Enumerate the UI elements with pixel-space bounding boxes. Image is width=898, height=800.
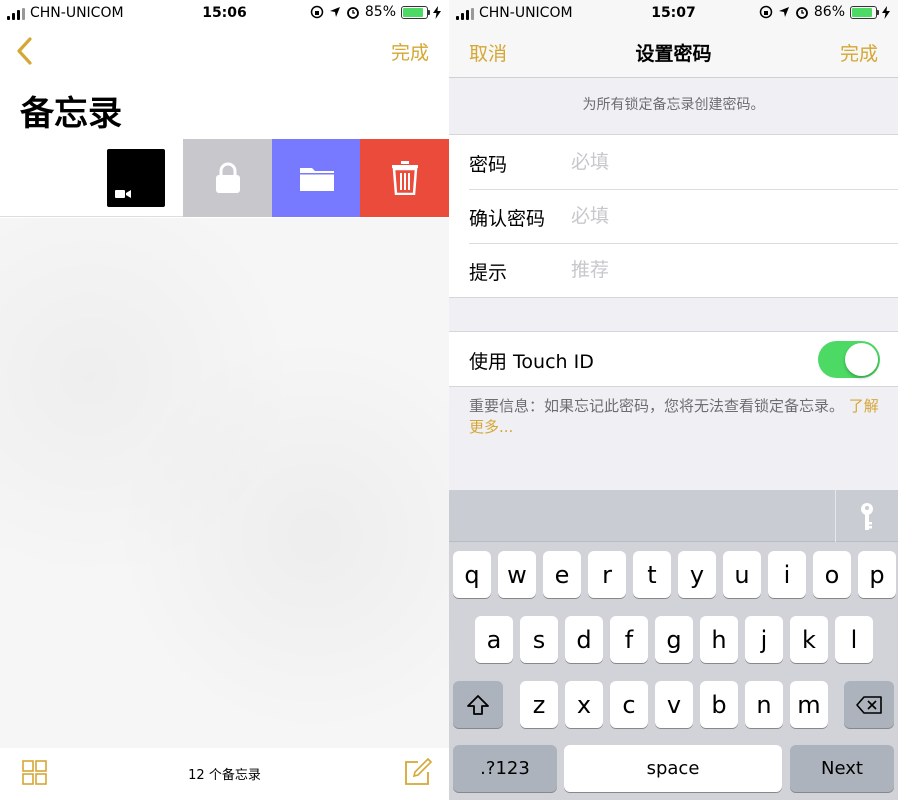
key-v[interactable]: v <box>655 681 693 728</box>
key-c[interactable]: c <box>610 681 648 728</box>
page-title: 设置密码 <box>635 43 712 65</box>
key-o[interactable]: o <box>813 551 851 598</box>
rotation-lock-icon <box>759 5 773 19</box>
important-info: 重要信息：如果忘记此密码，您将无法查看锁定备忘录。 了解更多... <box>469 396 879 438</box>
note-thumbnail <box>107 149 165 207</box>
key-u[interactable]: u <box>723 551 761 598</box>
video-camera-icon <box>115 190 131 198</box>
page-title: 备忘录 <box>20 94 122 134</box>
password-key-icon[interactable] <box>857 502 877 532</box>
notes-list-screen: CHN-UNICOM 15:06 85% 完成 备忘录 12 个备忘录 <box>0 0 449 800</box>
key-s[interactable]: s <box>520 616 558 663</box>
shift-icon <box>467 694 489 715</box>
key-y[interactable]: y <box>678 551 716 598</box>
confirm-password-label: 确认密码 <box>469 208 546 230</box>
key-d[interactable]: d <box>565 616 603 663</box>
key-r[interactable]: r <box>588 551 626 598</box>
hint-label: 提示 <box>469 262 508 284</box>
key-q[interactable]: q <box>453 551 491 598</box>
accessory-divider <box>835 490 836 542</box>
backspace-icon <box>856 695 882 714</box>
keyboard-accessory-bar <box>449 490 898 542</box>
delete-note-button[interactable] <box>360 139 449 217</box>
toggle-knob <box>845 343 878 376</box>
charging-icon <box>882 5 890 19</box>
key-e[interactable]: e <box>543 551 581 598</box>
folder-icon <box>299 168 334 191</box>
move-note-button[interactable] <box>272 139 361 217</box>
status-bar: CHN-UNICOM 15:07 86% <box>449 0 898 26</box>
bottom-toolbar: 12 个备忘录 <box>0 748 449 800</box>
key-w[interactable]: w <box>498 551 536 598</box>
password-form: 密码 确认密码 提示 <box>449 134 898 298</box>
touch-id-toggle[interactable] <box>818 341 880 378</box>
done-button[interactable]: 完成 <box>840 39 878 66</box>
key-a[interactable]: a <box>475 616 513 663</box>
key-i[interactable]: i <box>768 551 806 598</box>
touch-id-section: 使用 Touch ID <box>449 331 898 387</box>
section-hint: 为所有锁定备忘录创建密码。 <box>582 97 765 113</box>
confirm-password-field[interactable] <box>571 200 871 232</box>
confirm-password-row: 确认密码 <box>449 189 898 243</box>
battery-icon <box>850 5 879 19</box>
key-l[interactable]: l <box>835 616 873 663</box>
battery-percent: 86% <box>813 4 845 20</box>
done-button[interactable]: 完成 <box>391 38 429 65</box>
key-j[interactable]: j <box>745 616 783 663</box>
lock-icon <box>215 162 240 193</box>
key-p[interactable]: p <box>858 551 896 598</box>
key-n[interactable]: n <box>745 681 783 728</box>
note-row-swiped[interactable] <box>0 139 449 217</box>
space-key[interactable]: space <box>564 745 782 792</box>
shift-key[interactable] <box>453 681 503 728</box>
navigation-bar: 取消 设置密码 完成 <box>449 26 898 78</box>
keyboard: q w e r t y u i o p a s d f g h j k l z x c v b n m .?123 space Next <box>449 490 898 800</box>
rotation-lock-icon <box>310 5 324 19</box>
touch-id-label: 使用 Touch ID <box>469 351 594 373</box>
password-field[interactable] <box>571 146 871 178</box>
notes-background <box>0 218 449 748</box>
numbers-key[interactable]: .?123 <box>453 745 557 792</box>
key-b[interactable]: b <box>700 681 738 728</box>
key-f[interactable]: f <box>610 616 648 663</box>
battery-icon <box>401 5 430 19</box>
password-row: 密码 <box>449 135 898 189</box>
location-icon <box>329 7 340 17</box>
key-g[interactable]: g <box>655 616 693 663</box>
key-x[interactable]: x <box>565 681 603 728</box>
key-h[interactable]: h <box>700 616 738 663</box>
next-key[interactable]: Next <box>790 745 894 792</box>
hint-row: 提示 <box>449 243 898 297</box>
status-bar: CHN-UNICOM 15:06 85% <box>0 0 449 26</box>
touch-id-row: 使用 Touch ID <box>449 332 898 386</box>
key-z[interactable]: z <box>520 681 558 728</box>
hint-field[interactable] <box>571 254 871 286</box>
password-label: 密码 <box>469 154 508 176</box>
key-t[interactable]: t <box>633 551 671 598</box>
note-count: 12 个备忘录 <box>188 768 261 783</box>
alarm-icon <box>795 7 808 19</box>
trash-icon <box>391 161 418 195</box>
charging-icon <box>433 5 441 19</box>
alarm-icon <box>346 7 359 19</box>
info-text: 重要信息：如果忘记此密码，您将无法查看锁定备忘录。 <box>469 397 845 415</box>
key-k[interactable]: k <box>790 616 828 663</box>
set-password-screen: CHN-UNICOM 15:07 86% 取消 设置密码 完成 为所有锁定备忘录… <box>449 0 898 800</box>
location-icon <box>778 7 789 17</box>
back-chevron-icon[interactable] <box>14 36 34 66</box>
compose-icon[interactable] <box>404 758 432 786</box>
backspace-key[interactable] <box>844 681 894 728</box>
battery-percent: 85% <box>364 4 396 20</box>
key-m[interactable]: m <box>790 681 828 728</box>
lock-note-button[interactable] <box>183 139 272 217</box>
